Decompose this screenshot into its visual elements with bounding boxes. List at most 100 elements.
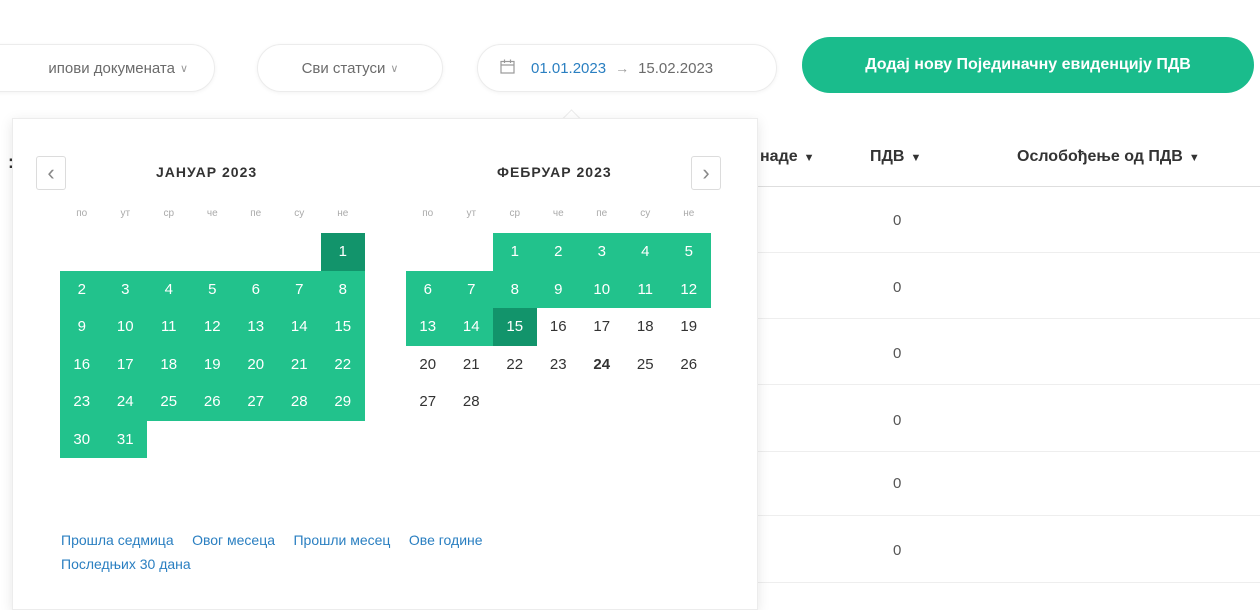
calendar-day[interactable]: 28 — [450, 383, 494, 421]
calendar-day[interactable]: 17 — [103, 345, 147, 383]
calendar-day[interactable]: 8 — [493, 270, 537, 308]
calendar-day[interactable]: 23 — [537, 346, 581, 384]
calendar-blank — [147, 233, 191, 271]
status-filter-label: Сви статуси — [301, 59, 386, 77]
quick-link-this-year[interactable]: Ове године — [409, 532, 483, 548]
calendar-day[interactable]: 13 — [234, 308, 278, 346]
calendar-day[interactable]: 23 — [60, 383, 104, 421]
calendar-day[interactable]: 15 — [321, 308, 365, 346]
column-header-label: ПДВ — [870, 148, 905, 165]
calendar-day[interactable]: 12 — [667, 270, 711, 308]
arrow-right-icon: → — [615, 60, 630, 76]
column-header-amount[interactable]: наде ▼ — [760, 148, 815, 166]
calendar-day[interactable]: 26 — [190, 383, 234, 421]
calendar-day[interactable]: 5 — [190, 270, 234, 308]
month-title-february: ФЕБРУАР 2023 — [497, 164, 612, 180]
document-types-filter[interactable]: ипови докумената ∨ — [0, 44, 215, 92]
calendar-day[interactable]: 28 — [277, 383, 321, 421]
calendar-blank — [60, 233, 104, 271]
calendar-day[interactable]: 14 — [449, 308, 493, 346]
date-range-picker: ‹ ЈАНУАР 2023 ФЕБРУАР 2023 › по ут ср че пе с… — [12, 118, 758, 610]
calendar-blank — [191, 233, 235, 271]
column-header-vat-exemption[interactable]: Ослобођење од ПДВ ▼ — [1017, 148, 1200, 166]
calendar-day[interactable]: 18 — [147, 345, 191, 383]
calendar-day[interactable]: 10 — [580, 270, 624, 308]
calendar-day[interactable]: 7 — [277, 270, 321, 308]
calendar-day[interactable]: 1 — [321, 233, 365, 271]
calendar-day[interactable]: 30 — [60, 420, 104, 458]
calendar-day[interactable]: 11 — [147, 308, 191, 346]
calendar-day[interactable]: 18 — [624, 308, 668, 346]
weekday-label: по — [76, 207, 88, 219]
calendar-day[interactable]: 24 — [580, 346, 624, 384]
column-header-label: Ослобођење од ПДВ — [1017, 148, 1183, 165]
calendar-day[interactable]: 21 — [277, 345, 321, 383]
calendar-day[interactable]: 17 — [580, 308, 624, 346]
quick-link-last-30-days[interactable]: Последњих 30 дана — [61, 552, 607, 576]
prev-month-button[interactable]: ‹ — [36, 156, 66, 190]
calendar-grid-february: по ут ср че пе су не 1 2 3 4 5 6 7 8 9 10 11 12 13 14 15 16 17 1… — [406, 193, 711, 421]
calendar-day[interactable]: 2 — [60, 270, 104, 308]
calendar-day[interactable]: 2 — [536, 233, 580, 271]
weekday-label: че — [206, 207, 218, 219]
add-vat-record-button[interactable]: Додај нову Појединачну евиденцију ПДВ — [802, 37, 1254, 93]
calendar-day[interactable]: 29 — [321, 383, 365, 421]
calendar-blank — [104, 233, 148, 271]
calendar-day[interactable]: 22 — [493, 346, 537, 384]
calendar-day[interactable]: 4 — [147, 270, 191, 308]
column-header-vat[interactable]: ПДВ ▼ — [870, 148, 921, 166]
chevron-left-icon: ‹ — [47, 160, 55, 185]
date-start[interactable]: 01.01.2023 — [531, 60, 606, 77]
calendar-day[interactable]: 21 — [450, 346, 494, 384]
date-end[interactable]: 15.02.2023 — [638, 60, 713, 77]
calendar-day[interactable]: 25 — [147, 383, 191, 421]
calendar-day[interactable]: 27 — [234, 383, 278, 421]
calendar-day[interactable]: 6 — [406, 270, 450, 308]
table-header-divider — [755, 186, 1260, 187]
calendar-day[interactable]: 13 — [406, 308, 450, 346]
calendar-day[interactable]: 31 — [103, 420, 147, 458]
weekday-label: су — [294, 207, 305, 219]
calendar-day[interactable]: 20 — [406, 346, 450, 384]
weekday-label: ут — [466, 207, 477, 219]
quick-link-last-month[interactable]: Прошли месец — [293, 532, 390, 548]
date-range-filter[interactable]: 01.01.2023 → 15.02.2023 — [477, 44, 777, 92]
calendar-day[interactable]: 7 — [449, 270, 493, 308]
calendar-blank — [234, 233, 278, 271]
next-month-button[interactable]: › — [691, 156, 721, 190]
calendar-day[interactable]: 19 — [190, 345, 234, 383]
calendar-day[interactable]: 3 — [580, 233, 624, 271]
weekday-label: ср — [163, 207, 175, 219]
calendar-day[interactable]: 9 — [60, 308, 104, 346]
calendar-day[interactable]: 3 — [103, 270, 147, 308]
calendar-grid-january: по ут ср че пе су не 1 2 3 4 5 6 7 8 9 10 11 12 13 14 15 16 17 1… — [60, 193, 365, 458]
chevron-right-icon: › — [702, 160, 710, 185]
calendar-day[interactable]: 25 — [624, 346, 668, 384]
calendar-day[interactable]: 11 — [623, 270, 667, 308]
calendar-day[interactable]: 20 — [234, 345, 278, 383]
quick-range-links: Прошла седмица Овог месеца Прошли месец … — [61, 528, 621, 576]
calendar-day[interactable]: 26 — [667, 346, 711, 384]
calendar-day[interactable]: 19 — [667, 308, 711, 346]
calendar-day[interactable]: 6 — [234, 270, 278, 308]
calendar-blank — [278, 233, 322, 271]
calendar-day[interactable]: 14 — [277, 308, 321, 346]
calendar-day[interactable]: 24 — [103, 383, 147, 421]
weekday-label: по — [422, 207, 434, 219]
calendar-day[interactable]: 16 — [537, 308, 581, 346]
calendar-day[interactable]: 22 — [321, 345, 365, 383]
quick-link-this-month[interactable]: Овог месеца — [192, 532, 275, 548]
calendar-day[interactable]: 15 — [493, 308, 537, 346]
calendar-day[interactable]: 1 — [493, 233, 537, 271]
calendar-day[interactable]: 5 — [667, 233, 711, 271]
status-filter[interactable]: Сви статуси ∨ — [257, 44, 443, 92]
quick-link-last-week[interactable]: Прошла седмица — [61, 532, 174, 548]
calendar-day[interactable]: 16 — [60, 345, 104, 383]
calendar-day[interactable]: 27 — [406, 383, 450, 421]
calendar-day[interactable]: 9 — [536, 270, 580, 308]
calendar-day[interactable]: 4 — [623, 233, 667, 271]
table-cell-vat: 0 — [893, 542, 902, 559]
calendar-day[interactable]: 12 — [190, 308, 234, 346]
calendar-day[interactable]: 10 — [103, 308, 147, 346]
calendar-day[interactable]: 8 — [321, 270, 365, 308]
